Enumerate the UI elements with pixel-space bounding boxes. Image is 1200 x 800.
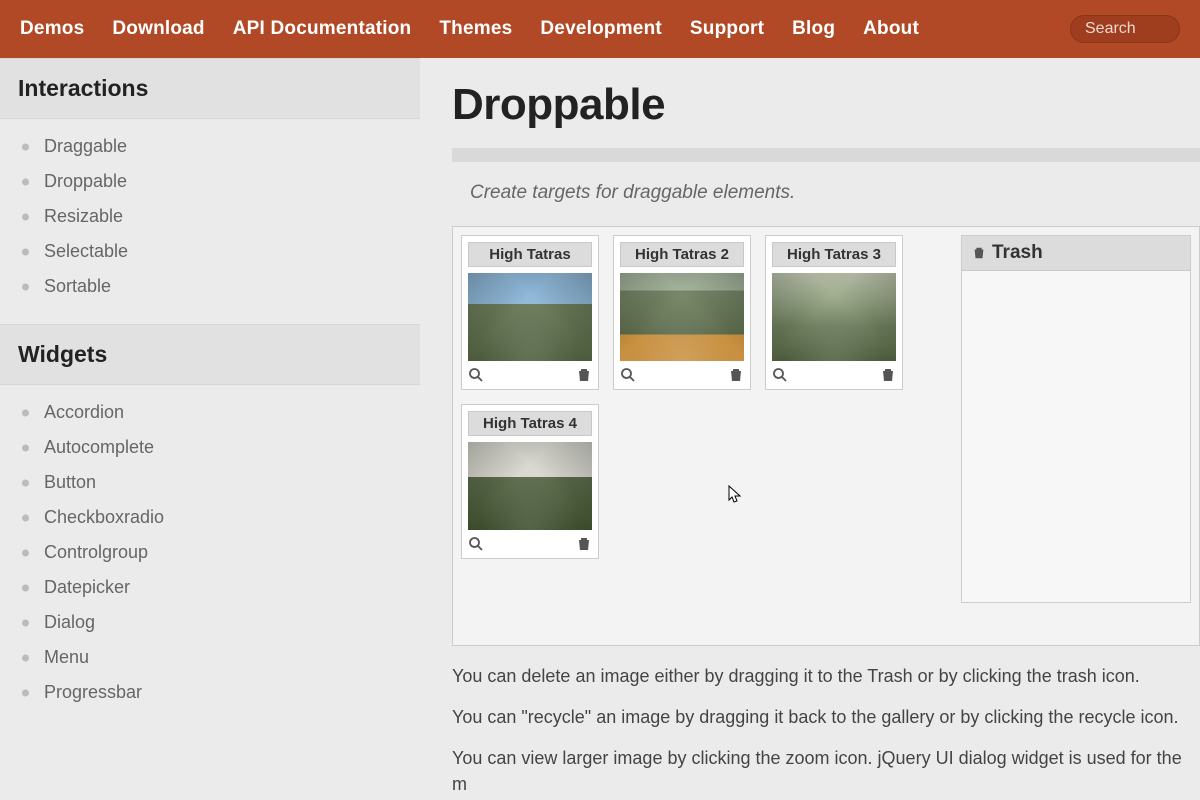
trash-header: Trash xyxy=(962,236,1190,271)
sidebar-heading-interactions: Interactions xyxy=(0,58,420,119)
card-title: High Tatras 4 xyxy=(468,411,592,436)
sidebar-item-selectable[interactable]: Selectable xyxy=(0,234,420,269)
sidebar-item-sortable[interactable]: Sortable xyxy=(0,269,420,304)
description-p1: You can delete an image either by draggi… xyxy=(452,664,1200,689)
sidebar-item-menu[interactable]: Menu xyxy=(0,640,420,675)
search-wrap xyxy=(1070,15,1180,43)
trash-icon[interactable] xyxy=(880,367,896,383)
card-title: High Tatras 3 xyxy=(772,242,896,267)
card-image xyxy=(772,273,896,361)
nav-support[interactable]: Support xyxy=(690,18,764,40)
sidebar-list-widgets: Accordion Autocomplete Button Checkboxra… xyxy=(0,385,420,730)
tab-strip[interactable] xyxy=(452,148,1200,162)
nav-about[interactable]: About xyxy=(863,18,919,40)
main-content: Droppable Create targets for draggable e… xyxy=(420,58,1200,800)
page-subtitle: Create targets for draggable elements. xyxy=(470,182,1200,204)
card-image xyxy=(468,273,592,361)
trash-icon xyxy=(972,246,986,260)
sidebar-item-datepicker[interactable]: Datepicker xyxy=(0,570,420,605)
nav-download[interactable]: Download xyxy=(112,18,204,40)
sidebar-item-autocomplete[interactable]: Autocomplete xyxy=(0,430,420,465)
gallery-card[interactable]: High Tatras 4 xyxy=(461,404,599,559)
top-nav: Demos Download API Documentation Themes … xyxy=(0,0,1200,58)
zoom-icon[interactable] xyxy=(468,536,484,552)
zoom-icon[interactable] xyxy=(772,367,788,383)
gallery-card[interactable]: High Tatras 3 xyxy=(765,235,903,390)
card-actions xyxy=(620,361,744,383)
zoom-icon[interactable] xyxy=(468,367,484,383)
nav-themes[interactable]: Themes xyxy=(439,18,512,40)
sidebar-item-droppable[interactable]: Droppable xyxy=(0,164,420,199)
zoom-icon[interactable] xyxy=(620,367,636,383)
nav-demos[interactable]: Demos xyxy=(20,18,84,40)
description: You can delete an image either by draggi… xyxy=(452,664,1200,797)
nav-blog[interactable]: Blog xyxy=(792,18,835,40)
search-input[interactable] xyxy=(1085,20,1165,38)
card-actions xyxy=(468,361,592,383)
sidebar-item-checkboxradio[interactable]: Checkboxradio xyxy=(0,500,420,535)
sidebar-heading-widgets: Widgets xyxy=(0,324,420,385)
description-p3: You can view larger image by clicking th… xyxy=(452,746,1200,796)
gallery-card[interactable]: High Tatras 2 xyxy=(613,235,751,390)
trash-icon[interactable] xyxy=(728,367,744,383)
gallery-card[interactable]: High Tatras xyxy=(461,235,599,390)
card-actions xyxy=(772,361,896,383)
sidebar-list-interactions: Draggable Droppable Resizable Selectable… xyxy=(0,119,420,324)
card-actions xyxy=(468,530,592,552)
description-p2: You can "recycle" an image by dragging i… xyxy=(452,705,1200,730)
nav-development[interactable]: Development xyxy=(540,18,662,40)
card-title: High Tatras 2 xyxy=(620,242,744,267)
nav-links: Demos Download API Documentation Themes … xyxy=(20,18,919,40)
nav-api-documentation[interactable]: API Documentation xyxy=(233,18,412,40)
trash-label: Trash xyxy=(992,242,1043,264)
sidebar-item-accordion[interactable]: Accordion xyxy=(0,395,420,430)
card-image xyxy=(620,273,744,361)
trash-icon[interactable] xyxy=(576,536,592,552)
sidebar: Interactions Draggable Droppable Resizab… xyxy=(0,58,420,800)
sidebar-item-dialog[interactable]: Dialog xyxy=(0,605,420,640)
gallery[interactable]: High Tatras High Tatras 2 xyxy=(461,235,921,637)
sidebar-item-controlgroup[interactable]: Controlgroup xyxy=(0,535,420,570)
trash-icon[interactable] xyxy=(576,367,592,383)
sidebar-item-resizable[interactable]: Resizable xyxy=(0,199,420,234)
sidebar-item-button[interactable]: Button xyxy=(0,465,420,500)
trash-panel[interactable]: Trash xyxy=(961,235,1191,603)
card-title: High Tatras xyxy=(468,242,592,267)
page-title: Droppable xyxy=(452,80,1200,130)
card-image xyxy=(468,442,592,530)
sidebar-item-draggable[interactable]: Draggable xyxy=(0,129,420,164)
demo-area: High Tatras High Tatras 2 xyxy=(452,226,1200,646)
sidebar-item-progressbar[interactable]: Progressbar xyxy=(0,675,420,710)
